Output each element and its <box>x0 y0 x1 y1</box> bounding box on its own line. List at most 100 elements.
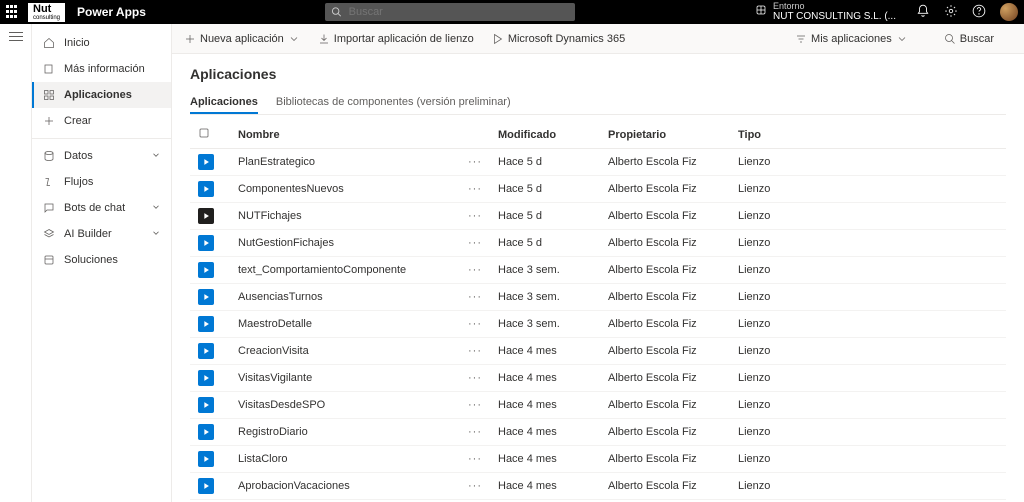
row-more-button[interactable]: ··· <box>468 210 482 222</box>
app-modified: Hace 3 sem. <box>490 284 600 311</box>
tab-component-libraries[interactable]: Bibliotecas de componentes (versión prel… <box>276 92 511 114</box>
row-more-button[interactable]: ··· <box>468 318 482 330</box>
solutions-icon <box>42 253 56 267</box>
app-owner: Alberto Escola Fiz <box>600 284 730 311</box>
new-app-label: Nueva aplicación <box>200 33 284 45</box>
app-name[interactable]: text_ComportamientoComponente <box>230 257 460 284</box>
collapse-nav-button[interactable] <box>9 32 23 502</box>
table-row[interactable]: MaestroDetalle···Hace 3 sem.Alberto Esco… <box>190 311 1006 338</box>
table-row[interactable]: NUTFichajes···Hace 5 dAlberto Escola Fiz… <box>190 203 1006 230</box>
table-row[interactable]: AusenciasTurnos ··· Hace 3 sem.Alberto Esc… <box>190 284 1006 311</box>
app-name[interactable]: VisitasDesdeSPO <box>230 392 460 419</box>
app-name[interactable]: ComponentesNuevos <box>230 176 460 203</box>
row-more-button[interactable]: ··· <box>468 237 482 249</box>
app-name[interactable]: AprobacionVacaciones <box>230 473 460 500</box>
list-search-button[interactable]: Buscar <box>944 33 994 45</box>
app-owner: Alberto Escola Fiz <box>600 392 730 419</box>
app-name[interactable]: PlanEstrategico <box>230 149 460 176</box>
app-modified: Hace 4 mes <box>490 365 600 392</box>
app-modified: Hace 4 mes <box>490 338 600 365</box>
database-icon <box>42 149 56 163</box>
nav-learn[interactable]: Más información <box>32 56 171 82</box>
table-row[interactable]: VisitasVigilante ··· Hace 4 mesAlberto Esc… <box>190 365 1006 392</box>
help-icon[interactable] <box>972 4 986 21</box>
table-row[interactable]: ComponentesNuevos···Hace 5 dAlberto Esco… <box>190 176 1006 203</box>
app-name[interactable]: RegistroDiario <box>230 419 460 446</box>
app-name[interactable]: ListaCloro <box>230 446 460 473</box>
row-more-button[interactable]: ··· <box>468 372 482 384</box>
row-more-button[interactable]: ··· <box>468 264 482 276</box>
my-apps-label: Mis aplicaciones <box>811 33 892 45</box>
row-more-button[interactable]: ··· <box>468 183 482 195</box>
table-row[interactable]: PlanEstrategico ··· Hace 5 dAlberto Escola… <box>190 149 1006 176</box>
table-row[interactable]: AprobacionVacaciones···Hace 4 mesAlberto… <box>190 473 1006 500</box>
app-owner: Alberto Escola Fiz <box>600 419 730 446</box>
table-row[interactable]: ListaCloro···Hace 4 mesAlberto Escola Fi… <box>190 446 1006 473</box>
app-modified: Hace 4 mes <box>490 392 600 419</box>
app-type: Lienzo <box>730 419 1006 446</box>
app-name[interactable]: NUTFichajes <box>230 203 460 230</box>
app-type: Lienzo <box>730 446 1006 473</box>
nav-solutions[interactable]: Soluciones <box>32 247 171 273</box>
dynamics-button[interactable]: Microsoft Dynamics 365 <box>492 33 625 45</box>
table-row[interactable]: VisitasDesdeSPO ··· Hace 4 mesAlberto Esco… <box>190 392 1006 419</box>
nav-flows[interactable]: Flujos <box>32 169 171 195</box>
user-avatar[interactable] <box>1000 3 1018 21</box>
nav-ai[interactable]: AI Builder <box>32 221 171 247</box>
global-search[interactable] <box>325 3 575 21</box>
col-owner[interactable]: Propietario <box>600 121 730 149</box>
ai-icon <box>42 227 56 241</box>
row-more-button[interactable]: ··· <box>468 480 482 492</box>
app-name[interactable]: CreacionVisita <box>230 338 460 365</box>
row-more-button[interactable]: ··· <box>468 399 482 411</box>
row-more-button[interactable]: ··· <box>468 426 482 438</box>
app-name[interactable]: NutGestionFichajes <box>230 230 460 257</box>
row-more-button[interactable]: ··· <box>468 453 482 465</box>
app-type: Lienzo <box>730 365 1006 392</box>
nav-data[interactable]: Datos <box>32 143 171 169</box>
table-row[interactable]: text_ComportamientoComponente···Hace 3 s… <box>190 257 1006 284</box>
import-app-button[interactable]: Importar aplicación de lienzo <box>318 33 474 45</box>
logo-main: Nut <box>33 3 51 15</box>
table-row[interactable]: CreacionVisita···Hace 4 mesAlberto Escol… <box>190 338 1006 365</box>
table-row[interactable]: RegistroDiario···Hace 4 mesAlberto Escol… <box>190 419 1006 446</box>
app-name[interactable]: MaestroDetalle <box>230 311 460 338</box>
select-column-icon[interactable] <box>198 130 210 142</box>
plus-icon <box>184 33 196 45</box>
app-icon <box>198 289 214 305</box>
chevron-down-icon <box>151 202 161 215</box>
app-icon <box>198 208 214 224</box>
new-app-button[interactable]: Nueva aplicación <box>184 33 300 45</box>
col-type[interactable]: Tipo <box>730 121 1006 149</box>
home-icon <box>42 36 56 50</box>
app-owner: Alberto Escola Fiz <box>600 149 730 176</box>
settings-icon[interactable] <box>944 4 958 21</box>
app-name[interactable]: VisitasVigilante <box>230 365 460 392</box>
nav-chatbots[interactable]: Bots de chat <box>32 195 171 221</box>
col-name[interactable]: Nombre <box>230 121 460 149</box>
table-row[interactable]: NutGestionFichajes···Hace 5 dAlberto Esc… <box>190 230 1006 257</box>
waffle-menu[interactable] <box>6 5 20 19</box>
dynamics-icon <box>492 33 504 45</box>
environment-picker[interactable]: Entorno NUT CONSULTING S.L. (... <box>755 2 896 23</box>
side-navigation: Inicio Más información Aplicaciones Crea… <box>32 24 172 502</box>
nav-apps[interactable]: Aplicaciones <box>32 82 171 108</box>
row-more-button[interactable]: ··· <box>468 345 482 357</box>
notifications-icon[interactable] <box>916 4 930 21</box>
app-icon <box>198 235 214 251</box>
tab-apps[interactable]: Aplicaciones <box>190 92 258 114</box>
search-input[interactable] <box>349 6 570 18</box>
row-more-button[interactable]: ··· <box>468 291 482 303</box>
app-owner: Alberto Escola Fiz <box>600 365 730 392</box>
nav-create[interactable]: Crear <box>32 108 171 134</box>
col-modified[interactable]: Modificado <box>490 121 600 149</box>
app-type: Lienzo <box>730 338 1006 365</box>
nav-ai-label: AI Builder <box>64 228 112 240</box>
search-icon <box>944 33 956 45</box>
app-type: Lienzo <box>730 230 1006 257</box>
row-more-button[interactable]: ··· <box>468 156 482 168</box>
app-name[interactable]: AusenciasTurnos <box>230 284 460 311</box>
my-apps-filter[interactable]: Mis aplicaciones <box>795 33 908 45</box>
nav-home[interactable]: Inicio <box>32 30 171 56</box>
app-modified: Hace 5 d <box>490 149 600 176</box>
